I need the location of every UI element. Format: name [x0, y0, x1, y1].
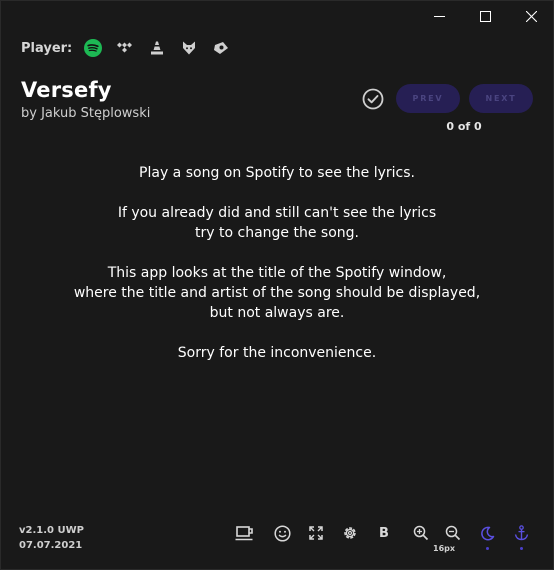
version-date: 07.07.2021: [19, 540, 83, 551]
maximize-icon: [479, 10, 491, 22]
prev-button[interactable]: PREV: [396, 84, 460, 113]
app-author: by Jakub Stęplowski: [21, 106, 151, 121]
active-indicator: [519, 547, 523, 550]
check-circle-icon[interactable]: [362, 88, 384, 110]
maximize-button[interactable]: [462, 0, 508, 32]
groove-icon[interactable]: [210, 37, 232, 59]
message-line: try to change the song.: [195, 225, 359, 241]
message-paragraph: Play a song on Spotify to see the lyrics…: [0, 163, 554, 183]
bottom-toolbar: B: [232, 522, 532, 550]
tidal-icon[interactable]: [114, 37, 136, 59]
window-controls: [416, 0, 554, 32]
spotify-icon[interactable]: [84, 39, 103, 57]
dark-mode-button[interactable]: [476, 522, 498, 550]
bold-button[interactable]: B: [373, 522, 395, 544]
fox-icon[interactable]: [178, 37, 200, 59]
message-paragraph: This app looks at the title of the Spoti…: [0, 263, 554, 323]
message-line: where the title and artist of the song s…: [73, 285, 481, 301]
version-number: v2.1.0 UWP: [19, 525, 84, 536]
message-paragraph: Sorry for the inconvenience.: [0, 343, 554, 363]
coffee-button[interactable]: [232, 522, 258, 544]
pin-button[interactable]: [510, 522, 532, 550]
message-line: but not always are.: [209, 305, 345, 321]
smiley-icon: [273, 524, 291, 542]
settings-button[interactable]: [339, 522, 361, 544]
zoom-in-button[interactable]: [410, 522, 432, 544]
vlc-icon[interactable]: [146, 37, 168, 59]
message-paragraph: If you already did and still can't see t…: [0, 203, 554, 243]
message-line: Play a song on Spotify to see the lyrics…: [139, 165, 415, 181]
coffee-icon: [235, 526, 253, 541]
zoom-out-button[interactable]: [442, 522, 464, 544]
player-label: Player:: [21, 40, 73, 56]
anchor-icon: [514, 525, 528, 541]
active-indicator: [485, 547, 489, 550]
lyrics-message: Play a song on Spotify to see the lyrics…: [0, 163, 554, 383]
version-info: v2.1.0 UWP 07.07.2021: [19, 523, 84, 553]
zoom-out-icon: [445, 525, 461, 541]
app-title: Versefy: [21, 78, 112, 102]
close-button[interactable]: [508, 0, 554, 32]
minimize-button[interactable]: [416, 0, 462, 32]
gear-icon: [344, 527, 356, 539]
message-line: If you already did and still can't see t…: [117, 205, 437, 221]
minimize-icon: [433, 15, 445, 17]
bold-icon: B: [379, 525, 389, 541]
zoom-level: 16px: [433, 544, 456, 553]
lyrics-counter: 0 of 0: [446, 120, 482, 133]
fullscreen-button[interactable]: [305, 522, 327, 544]
close-icon: [525, 10, 537, 22]
next-button[interactable]: NEXT: [469, 84, 533, 113]
moon-icon: [480, 526, 494, 540]
player-selector: Player:: [21, 37, 242, 59]
fullscreen-icon: [309, 526, 323, 540]
message-line: This app looks at the title of the Spoti…: [107, 265, 447, 281]
message-line: Sorry for the inconvenience.: [177, 345, 377, 361]
zoom-in-icon: [413, 525, 429, 541]
smiley-button[interactable]: [271, 522, 293, 544]
